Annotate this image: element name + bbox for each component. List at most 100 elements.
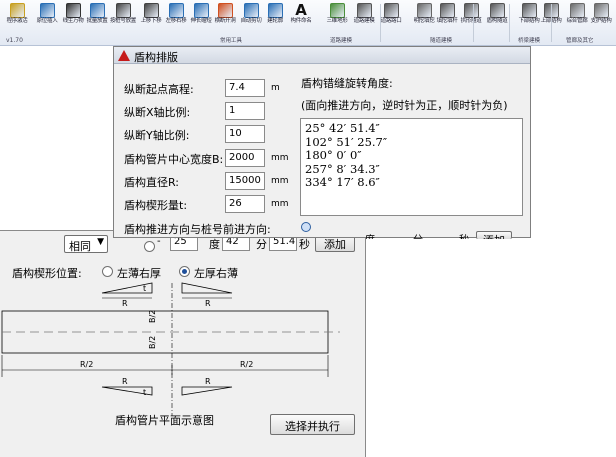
wedge-left-thick-radio[interactable] <box>179 266 190 277</box>
peek-second-unit: 秒 <box>459 231 469 239</box>
list-item[interactable]: 25° 42′ 51.4″ <box>305 121 518 136</box>
chevron-down-icon: ▼ <box>97 237 104 247</box>
half-r-label-left: R/2 <box>80 360 93 369</box>
slice-open-button[interactable]: 横断开洞 <box>214 2 236 34</box>
terrain-icon <box>329 3 345 18</box>
wedge-amount-input[interactable]: 26 <box>225 195 265 213</box>
group-separator <box>380 4 381 42</box>
diameter-label: 盾构直径R: <box>124 176 180 189</box>
list-item[interactable]: 334° 17′ 8.6″ <box>305 175 518 190</box>
pipe-gallery-icon <box>569 3 585 18</box>
group-separator <box>551 4 552 42</box>
advance-direction-label: 盾构推进方向与桩号前进方向: <box>124 223 271 236</box>
wedge-left-thick-label: 左厚右薄 <box>194 267 238 280</box>
road-build-button[interactable]: 道路建模 <box>353 2 375 34</box>
component-annotate-button[interactable]: A 构件命名 <box>290 2 312 34</box>
list-item[interactable]: 102° 51′ 25.7″ <box>305 135 518 150</box>
letter-a-icon: A <box>295 1 307 19</box>
road-cross-button[interactable]: 道路路口 <box>380 2 402 34</box>
top-left-r-label: R <box>122 299 128 308</box>
arc-tunnel-button[interactable]: 拱形隧道 <box>460 2 482 34</box>
wedge-amount-unit: mm <box>271 199 289 209</box>
segment-width-unit: mm <box>271 153 289 163</box>
support-structure-button[interactable]: 支护结构 <box>590 2 612 34</box>
peek-degree-unit: 度 <box>365 231 375 239</box>
openpit-icon <box>416 3 432 18</box>
segment-plan-diagram: R R t B/2 B/2 R/2 R/2 R R t <box>1 282 340 416</box>
arch-icon <box>463 3 479 18</box>
x-scale-input[interactable]: 1 <box>225 102 265 120</box>
batch-place-button[interactable]: 批量放置 <box>86 2 108 34</box>
diagram-caption: 盾构管片平面示意图 <box>115 414 214 427</box>
minute-unit: 分 <box>256 238 267 251</box>
wedge-left-thin-radio[interactable] <box>102 266 113 277</box>
group-separator <box>509 4 510 42</box>
crown-icon <box>9 3 25 18</box>
insert-icon <box>39 3 55 18</box>
start-elevation-input[interactable]: 7.4 <box>225 79 265 97</box>
y-scale-label: 纵断Y轴比例: <box>124 129 190 142</box>
top-t-label: t <box>143 284 146 293</box>
segment-width-input[interactable]: 2000 <box>225 149 265 167</box>
pile-place-button[interactable]: 按桩号放置 <box>110 2 136 34</box>
shield-layout-dialog: 盾构排版 纵断起点高程: 7.4 m 纵断X轴比例: 1 纵断Y轴比例: 10 … <box>113 46 531 239</box>
clip-icon <box>243 3 259 18</box>
degree-unit: 度 <box>209 238 220 251</box>
group-label-pipe-gallery: 管廊及其它 <box>566 38 594 44</box>
bottom-right-r-label: R <box>205 377 211 386</box>
start-elevation-unit: m <box>271 83 280 93</box>
mirror-icon <box>168 3 184 18</box>
diameter-input[interactable]: 15000 <box>225 172 265 190</box>
half-r-label-right: R/2 <box>240 360 253 369</box>
group-label-bridge: 桥梁建模 <box>518 38 541 44</box>
bottom-t-label: t <box>143 388 146 397</box>
stretch-icon <box>193 3 209 18</box>
rotation-angle-title: 盾构错缝旋转角度: <box>301 77 393 90</box>
program-activate-button[interactable]: 程序激活 <box>6 2 28 34</box>
peek-add-button[interactable]: 添加 <box>476 231 512 239</box>
second-unit: 秒 <box>299 238 310 251</box>
segment-width-label: 盾构管片中心宽度B: <box>124 153 224 166</box>
arrow-updown-icon <box>143 3 159 18</box>
half-b-label-top: B/2 <box>148 310 157 323</box>
top-right-wedge <box>181 282 233 294</box>
function-icon <box>115 3 131 18</box>
wedge-position-label: 盾构楔形位置: <box>12 267 82 280</box>
shield-tunnel-button[interactable]: 盾构隧道 <box>486 2 508 34</box>
wedge-left-thin-label: 左薄右厚 <box>117 267 161 280</box>
select-execute-button[interactable]: 选择并执行 <box>270 414 355 435</box>
app-logo-icon <box>118 50 130 61</box>
bottom-left-r-label: R <box>122 377 128 386</box>
x-scale-label: 纵断X轴比例: <box>124 106 191 119</box>
rotation-angle-list[interactable]: 25° 42′ 51.4″ 102° 51′ 25.7″ 180° 0′ 0″ … <box>300 118 523 216</box>
road-icon <box>356 3 372 18</box>
rotation-angle-hint: (面向推进方向，逆时针为正，顺时针为负) <box>301 99 508 112</box>
dialog-titlebar: 盾构排版 <box>114 47 530 64</box>
half-b-label-bottom: B/2 <box>148 336 157 349</box>
origin-insert-button[interactable]: 原位插入 <box>36 2 58 34</box>
tool-label: 构件命名 <box>290 18 312 24</box>
group-separator <box>473 4 474 42</box>
list-item[interactable]: 257° 8′ 34.3″ <box>305 162 518 177</box>
group-label-common: 常用工具 <box>220 38 243 44</box>
direction-select[interactable]: 相同 ▼ <box>64 235 108 253</box>
fill-icon <box>439 3 455 18</box>
group-label-road: 道路建模 <box>330 38 353 44</box>
direction-radio[interactable] <box>144 241 155 252</box>
y-scale-input[interactable]: 10 <box>225 125 265 143</box>
grid-icon <box>89 3 105 18</box>
create-material-button[interactable]: 建轮廓 <box>264 2 286 34</box>
3d-terrain-button[interactable]: 三维地形 <box>326 2 348 34</box>
diamond-icon <box>267 3 283 18</box>
version-label: v1.70 <box>6 37 23 44</box>
ribbon-toolbar: 程序激活 原位插入 线生万物 批量放置 按桩号放置 上移下移 左移右移 伸长缩短 横断开洞 自动剪… <box>0 0 616 46</box>
lower-struct-icon <box>521 3 537 18</box>
support-icon <box>593 3 609 18</box>
peek-minute-unit: 分 <box>413 231 423 239</box>
diameter-unit: mm <box>271 176 289 186</box>
top-right-r-label: R <box>205 299 211 308</box>
curve-icon <box>65 3 81 18</box>
list-item[interactable]: 180° 0′ 0″ <box>305 148 518 163</box>
positive-angle-radio[interactable] <box>301 222 311 232</box>
tool-label: 支护结构 <box>590 18 612 24</box>
